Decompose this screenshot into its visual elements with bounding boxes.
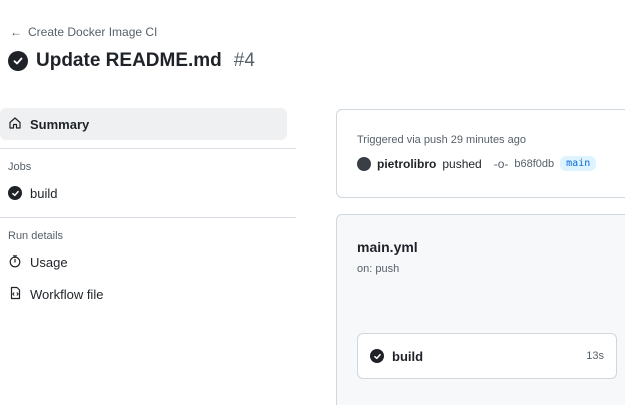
- page-title: Update README.md: [36, 50, 222, 71]
- sidebar-item-build[interactable]: build: [0, 177, 296, 209]
- job-card-build[interactable]: build 13s: [357, 333, 617, 379]
- git-commit-icon: -o-: [493, 156, 509, 171]
- stopwatch-icon: [8, 254, 22, 271]
- branch-badge[interactable]: main: [560, 156, 597, 171]
- avatar[interactable]: [357, 156, 371, 171]
- divider: [0, 148, 296, 149]
- sidebar-item-label: Usage: [30, 254, 68, 270]
- divider: [0, 217, 296, 218]
- trigger-label: Triggered via push 29 minutes ago: [357, 134, 526, 146]
- sidebar-item-label: Summary: [30, 116, 90, 132]
- arrow-left-icon: ←: [10, 25, 22, 39]
- back-link-label: Create Docker Image CI: [28, 25, 158, 39]
- sidebar-item-label: Workflow file: [30, 286, 104, 302]
- trigger-row: pietrolibro pushed -o- b68f0db main: [357, 156, 615, 171]
- actor-link[interactable]: pietrolibro: [377, 157, 436, 171]
- sidebar-item-label: build: [30, 185, 58, 201]
- home-icon: [8, 116, 22, 133]
- workflow-trigger-event: on: push: [357, 263, 400, 275]
- sidebar-item-summary[interactable]: Summary: [0, 108, 287, 140]
- jobs-section-label: Jobs: [8, 161, 32, 173]
- run-number: #4: [233, 50, 255, 71]
- job-duration: 13s: [586, 350, 604, 362]
- workflow-graph-panel: main.yml on: push build 13s: [336, 214, 625, 405]
- workflow-file-name: main.yml: [357, 239, 418, 255]
- trigger-card: Triggered via push 29 minutes ago pietro…: [336, 109, 625, 198]
- sidebar-item-usage[interactable]: Usage: [0, 246, 296, 278]
- commit-sha-link[interactable]: b68f0db: [514, 158, 554, 170]
- check-circle-icon: [8, 186, 22, 200]
- check-circle-icon: [8, 51, 28, 71]
- sidebar: Summary Jobs build Run details Usage Wor…: [0, 108, 296, 310]
- file-code-icon: [8, 286, 22, 303]
- run-details-section-label: Run details: [8, 230, 64, 242]
- action-text: pushed: [442, 156, 482, 171]
- back-link[interactable]: ← Create Docker Image CI: [10, 25, 157, 39]
- job-name: build: [392, 348, 424, 364]
- page-title-row: Update README.md #4: [8, 50, 255, 72]
- sidebar-item-workflow-file[interactable]: Workflow file: [0, 278, 296, 310]
- check-circle-icon: [370, 349, 384, 363]
